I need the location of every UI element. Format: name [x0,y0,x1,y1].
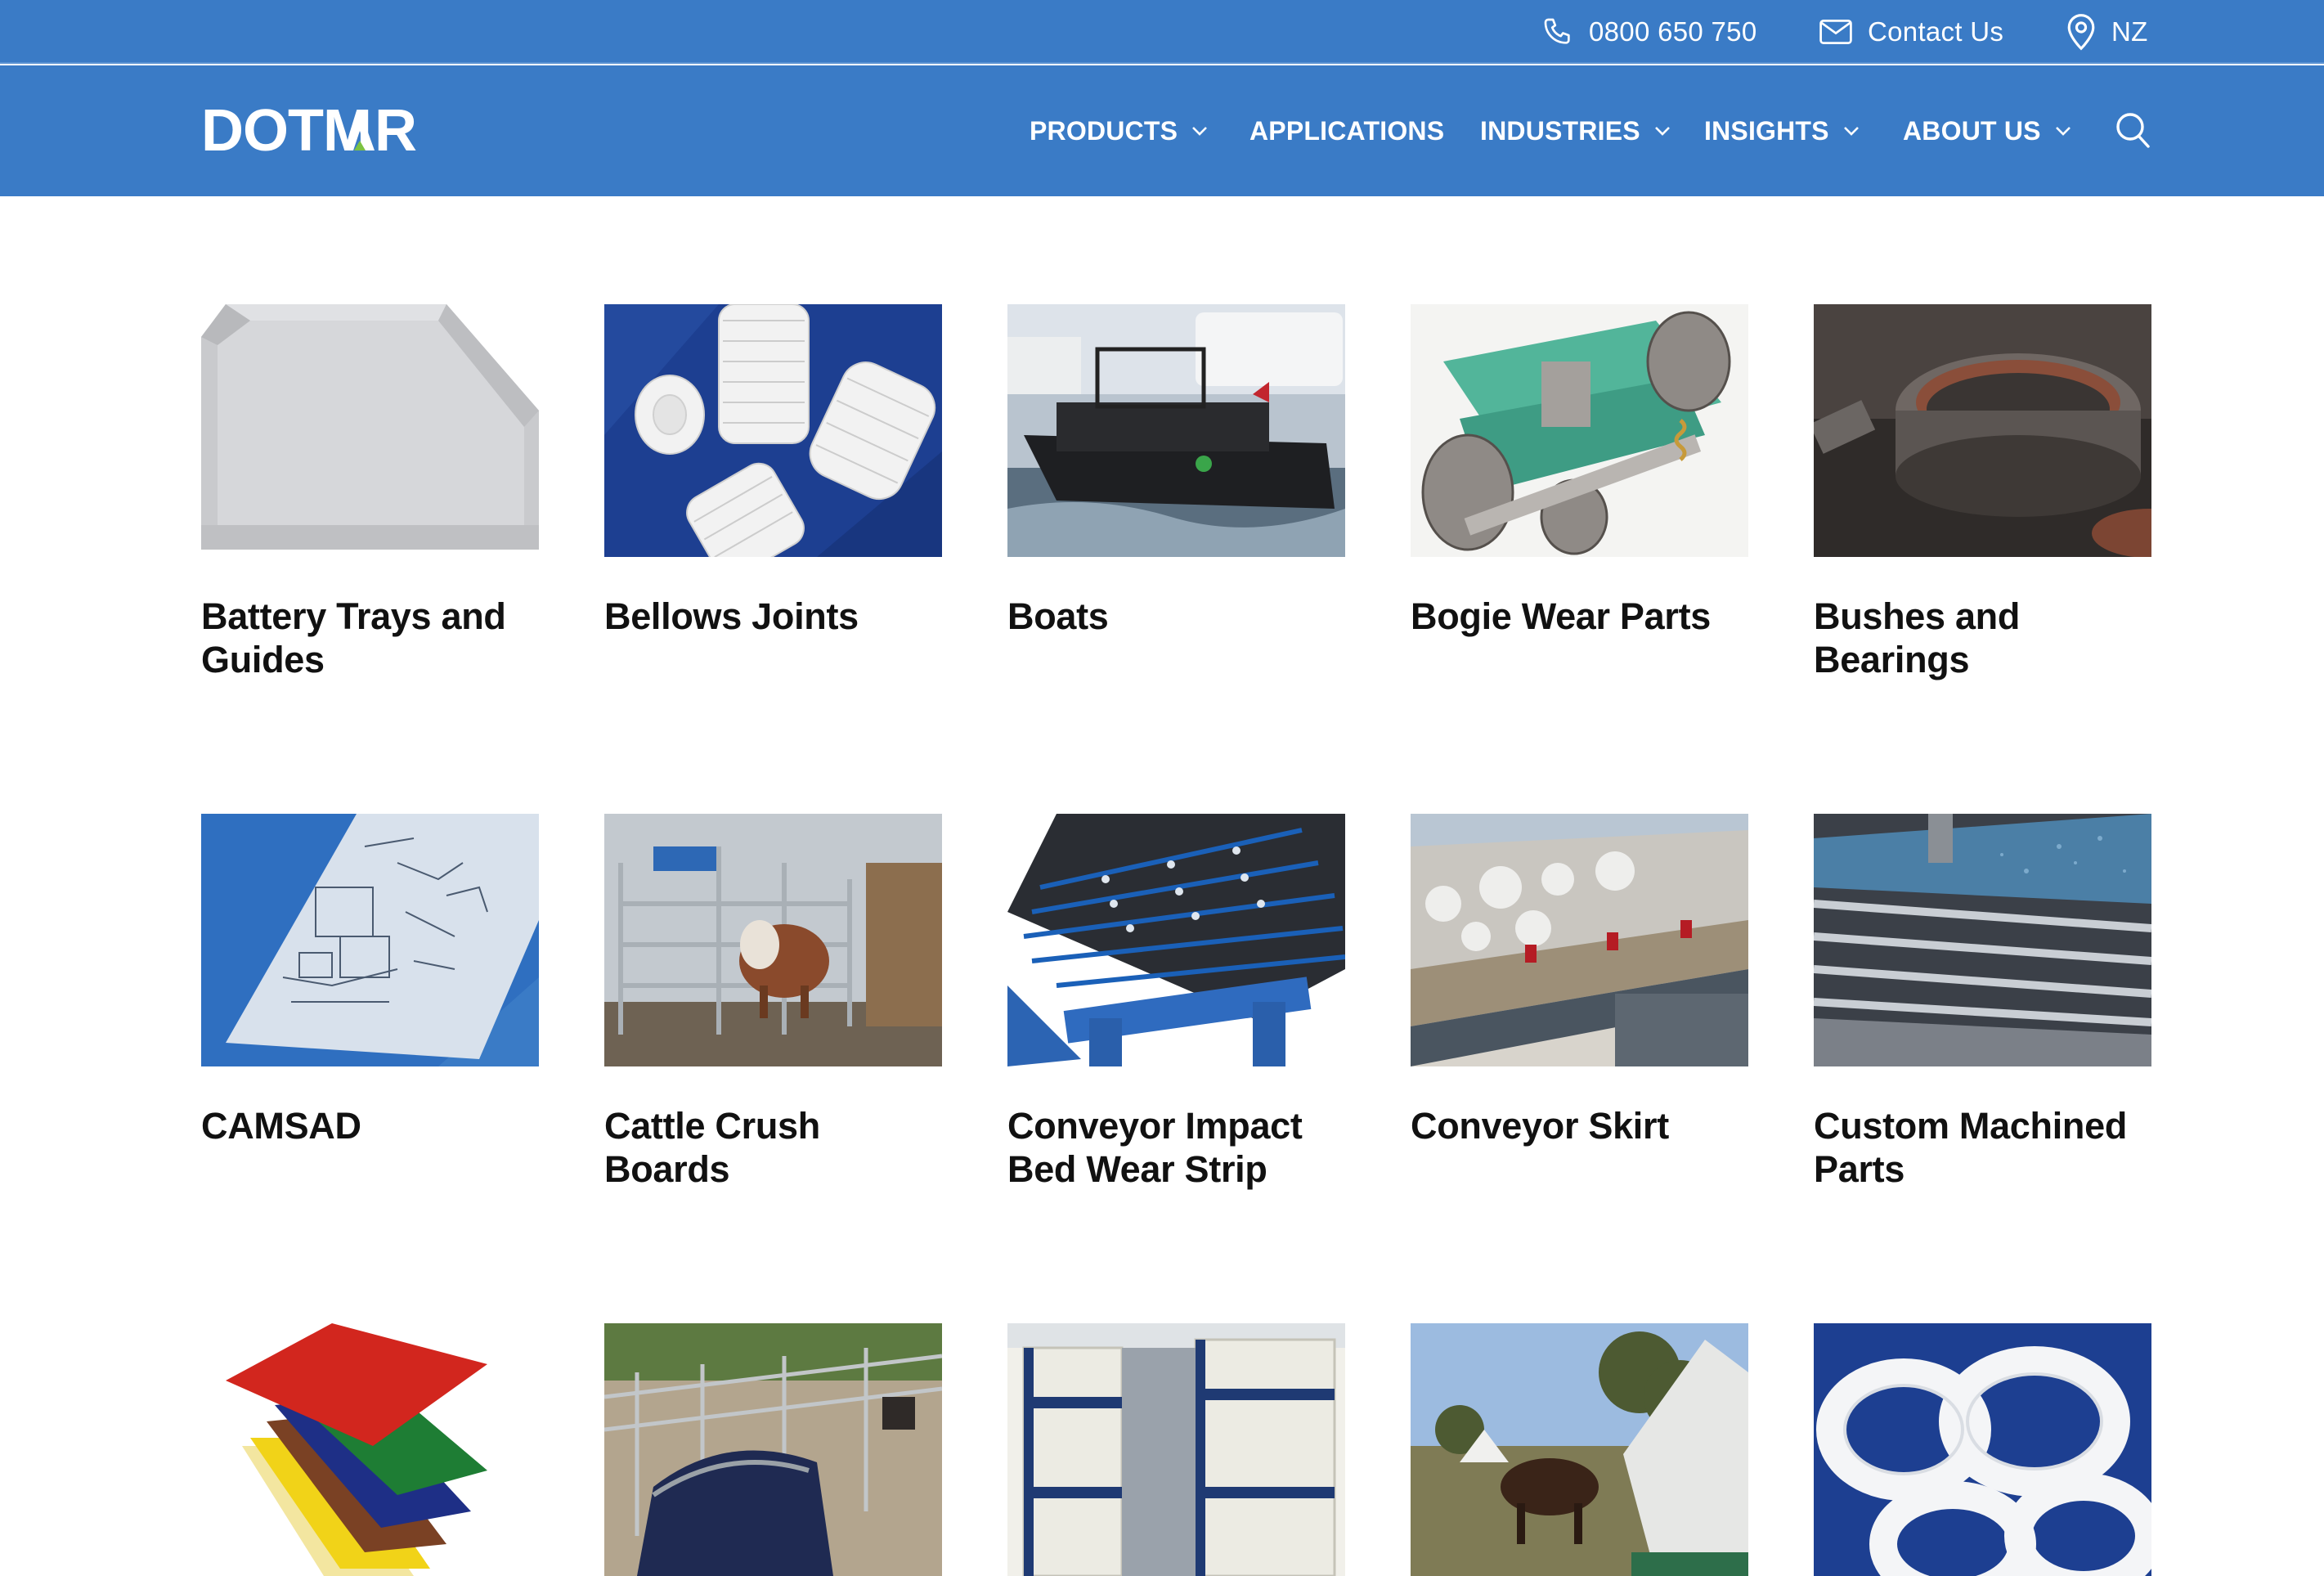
plastic-tanks-image [1007,1323,1345,1576]
contact-label: Contact Us [1868,16,2004,47]
application-card-camsad[interactable]: CAMSAD [201,814,539,1147]
livestock-yards-image [604,1323,942,1576]
card-title: Battery Trays and Guides [201,595,506,680]
phone-number: 0800 650 750 [1589,16,1757,47]
card-image [1411,1323,1748,1576]
nav-about-us-label: ABOUT US [1903,115,2041,146]
cnc-machining-image [1814,814,2151,1066]
bearings-image [1814,304,2151,557]
nav-applications-label: APPLICATIONS [1249,115,1445,146]
nav-insights[interactable]: INSIGHTS [1704,65,1860,196]
location-pin-icon [2067,14,2095,51]
coloured-sheets-image [201,1323,539,1576]
search-button[interactable] [2115,111,2151,149]
search-icon [2116,113,2150,148]
card-title: Bellows Joints [604,595,859,637]
card-image [1007,814,1345,1066]
card-image [201,304,539,557]
chevron-down-icon [2055,127,2071,136]
main-header: DOTM R PRODUCTS APPLICATIONS INDUSTRIES … [0,65,2324,196]
logo-wordmark: DOTM R [201,103,417,157]
nav-industries[interactable]: INDUSTRIES [1480,65,1671,196]
nav-products-label: PRODUCTS [1030,115,1178,146]
application-card-row3-5[interactable] [1814,1323,2151,1576]
application-card-conveyor-skirt[interactable]: Conveyor Skirt [1411,814,1748,1147]
nav-about-us[interactable]: ABOUT US [1903,65,2072,196]
card-title: Conveyor Impact Bed Wear Strip [1007,1105,1303,1190]
application-card-bushes-bearings[interactable]: Bushes and Bearings [1814,304,2151,681]
phone-link[interactable]: 0800 650 750 [1541,0,1756,64]
card-image [201,814,539,1066]
card-image [604,814,942,1066]
region-label: NZ [2111,16,2148,47]
chevron-down-icon [1192,127,1208,136]
contact-link[interactable]: Contact Us [1819,0,2003,64]
technical-drawing-image [201,814,539,1066]
card-image [604,1323,942,1576]
nav-industries-label: INDUSTRIES [1480,115,1640,146]
cow-feeder-image [1411,1323,1748,1576]
nav-insights-label: INSIGHTS [1704,115,1829,146]
card-image [1007,304,1345,557]
card-image [1411,304,1748,557]
card-image [1814,814,2151,1066]
ptfe-rings-image [1814,1323,2151,1576]
card-title: Custom Machined Parts [1814,1105,2128,1190]
card-title: Cattle Crush Boards [604,1105,820,1190]
impact-bed-image [1007,814,1345,1066]
nav-products[interactable]: PRODUCTS [1030,65,1209,196]
dotmar-logo[interactable]: DOTM R [201,101,456,159]
bogie-diagram-image [1411,304,1748,557]
chevron-down-icon [1843,127,1859,136]
application-card-boats[interactable]: Boats [1007,304,1345,638]
card-image [1814,1323,2151,1576]
grey-tray-image [201,304,539,557]
bellows-image [604,304,942,557]
application-card-battery-trays[interactable]: Battery Trays and Guides [201,304,539,681]
card-image [1814,304,2151,557]
cattle-crush-image [604,814,942,1066]
boat-image [1007,304,1345,557]
card-image [1007,1323,1345,1576]
application-card-row3-1[interactable] [201,1323,539,1576]
application-card-bellows-joints[interactable]: Bellows Joints [604,304,942,638]
application-card-bogie-wear-parts[interactable]: Bogie Wear Parts [1411,304,1748,638]
card-title: Bushes and Bearings [1814,595,2021,680]
utility-bar: 0800 650 750 Contact Us NZ [0,0,2324,64]
card-image [201,1323,539,1576]
svg-text:R: R [375,103,416,157]
application-card-row3-2[interactable] [604,1323,942,1576]
card-title: CAMSAD [201,1105,361,1147]
mail-icon [1819,20,1852,44]
card-title: Boats [1007,595,1109,637]
card-title: Bogie Wear Parts [1411,595,1711,637]
application-card-custom-machined[interactable]: Custom Machined Parts [1814,814,2151,1191]
application-card-row3-4[interactable] [1411,1323,1748,1576]
conveyor-skirt-image [1411,814,1748,1066]
card-image [604,304,942,557]
application-card-impact-bed[interactable]: Conveyor Impact Bed Wear Strip [1007,814,1345,1191]
application-card-row3-3[interactable] [1007,1323,1345,1576]
phone-icon [1544,18,1570,44]
card-title: Conveyor Skirt [1411,1105,1669,1147]
application-card-cattle-crush[interactable]: Cattle Crush Boards [604,814,942,1191]
nav-applications[interactable]: APPLICATIONS [1249,65,1444,196]
chevron-down-icon [1654,127,1670,136]
card-image [1411,814,1748,1066]
region-selector[interactable]: NZ [2066,0,2148,64]
